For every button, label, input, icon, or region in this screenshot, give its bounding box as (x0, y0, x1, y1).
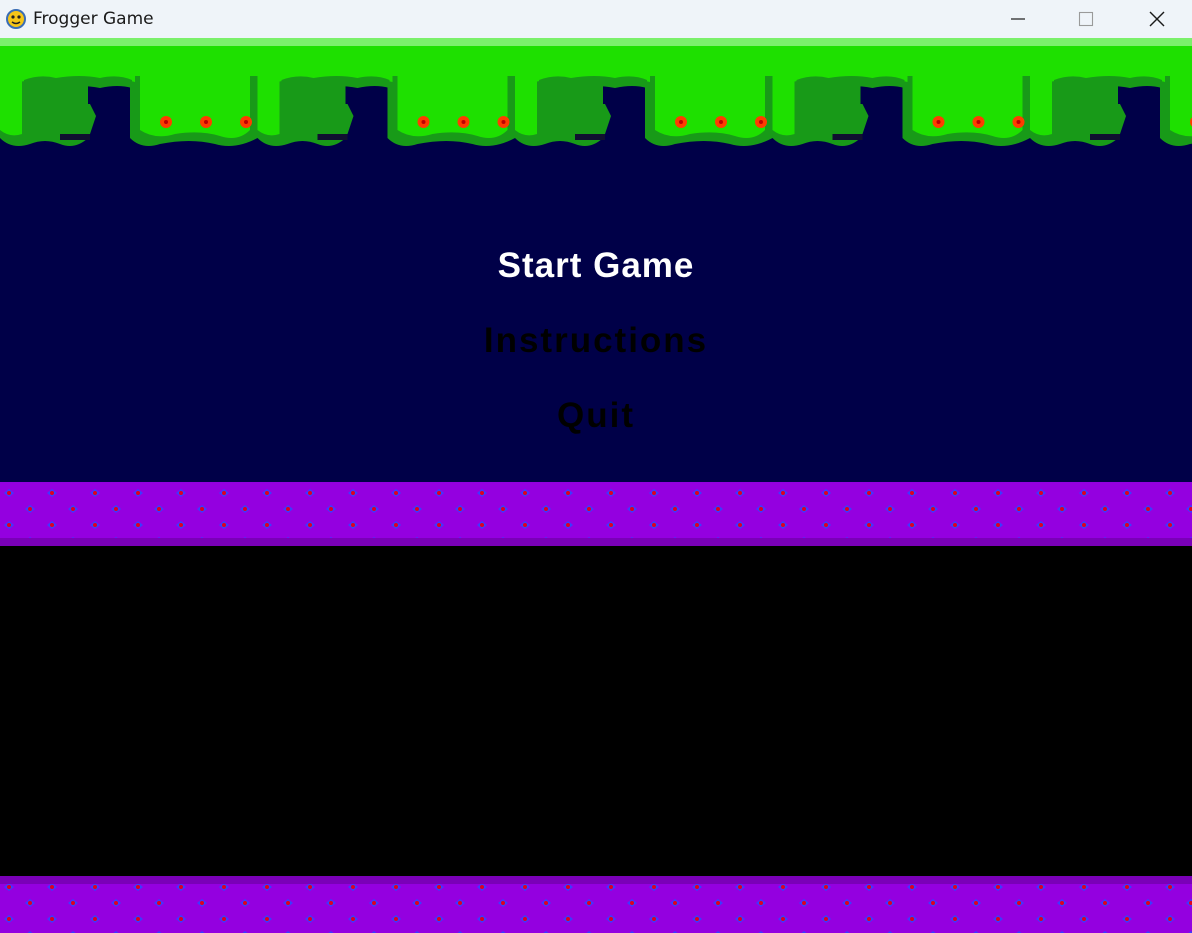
menu-quit[interactable]: Quit (0, 396, 1192, 436)
goal-hedge-strip (0, 38, 1192, 160)
pygame-snake-icon (6, 9, 26, 29)
menu-instructions[interactable]: Instructions (0, 321, 1192, 361)
window-titlebar: Frogger Game (0, 0, 1192, 38)
maximize-button[interactable] (1053, 0, 1119, 38)
minimize-icon (1011, 18, 1025, 20)
maximize-icon (1078, 11, 1094, 27)
game-canvas[interactable]: Start Game Instructions Quit (0, 38, 1192, 933)
road-area (0, 546, 1192, 876)
close-icon (1149, 11, 1165, 27)
minimize-button[interactable] (985, 0, 1051, 38)
close-button[interactable] (1124, 0, 1190, 38)
menu-start-game[interactable]: Start Game (0, 246, 1192, 286)
start-safe-strip (0, 876, 1192, 933)
window-title: Frogger Game (33, 9, 154, 29)
median-safe-strip (0, 482, 1192, 546)
